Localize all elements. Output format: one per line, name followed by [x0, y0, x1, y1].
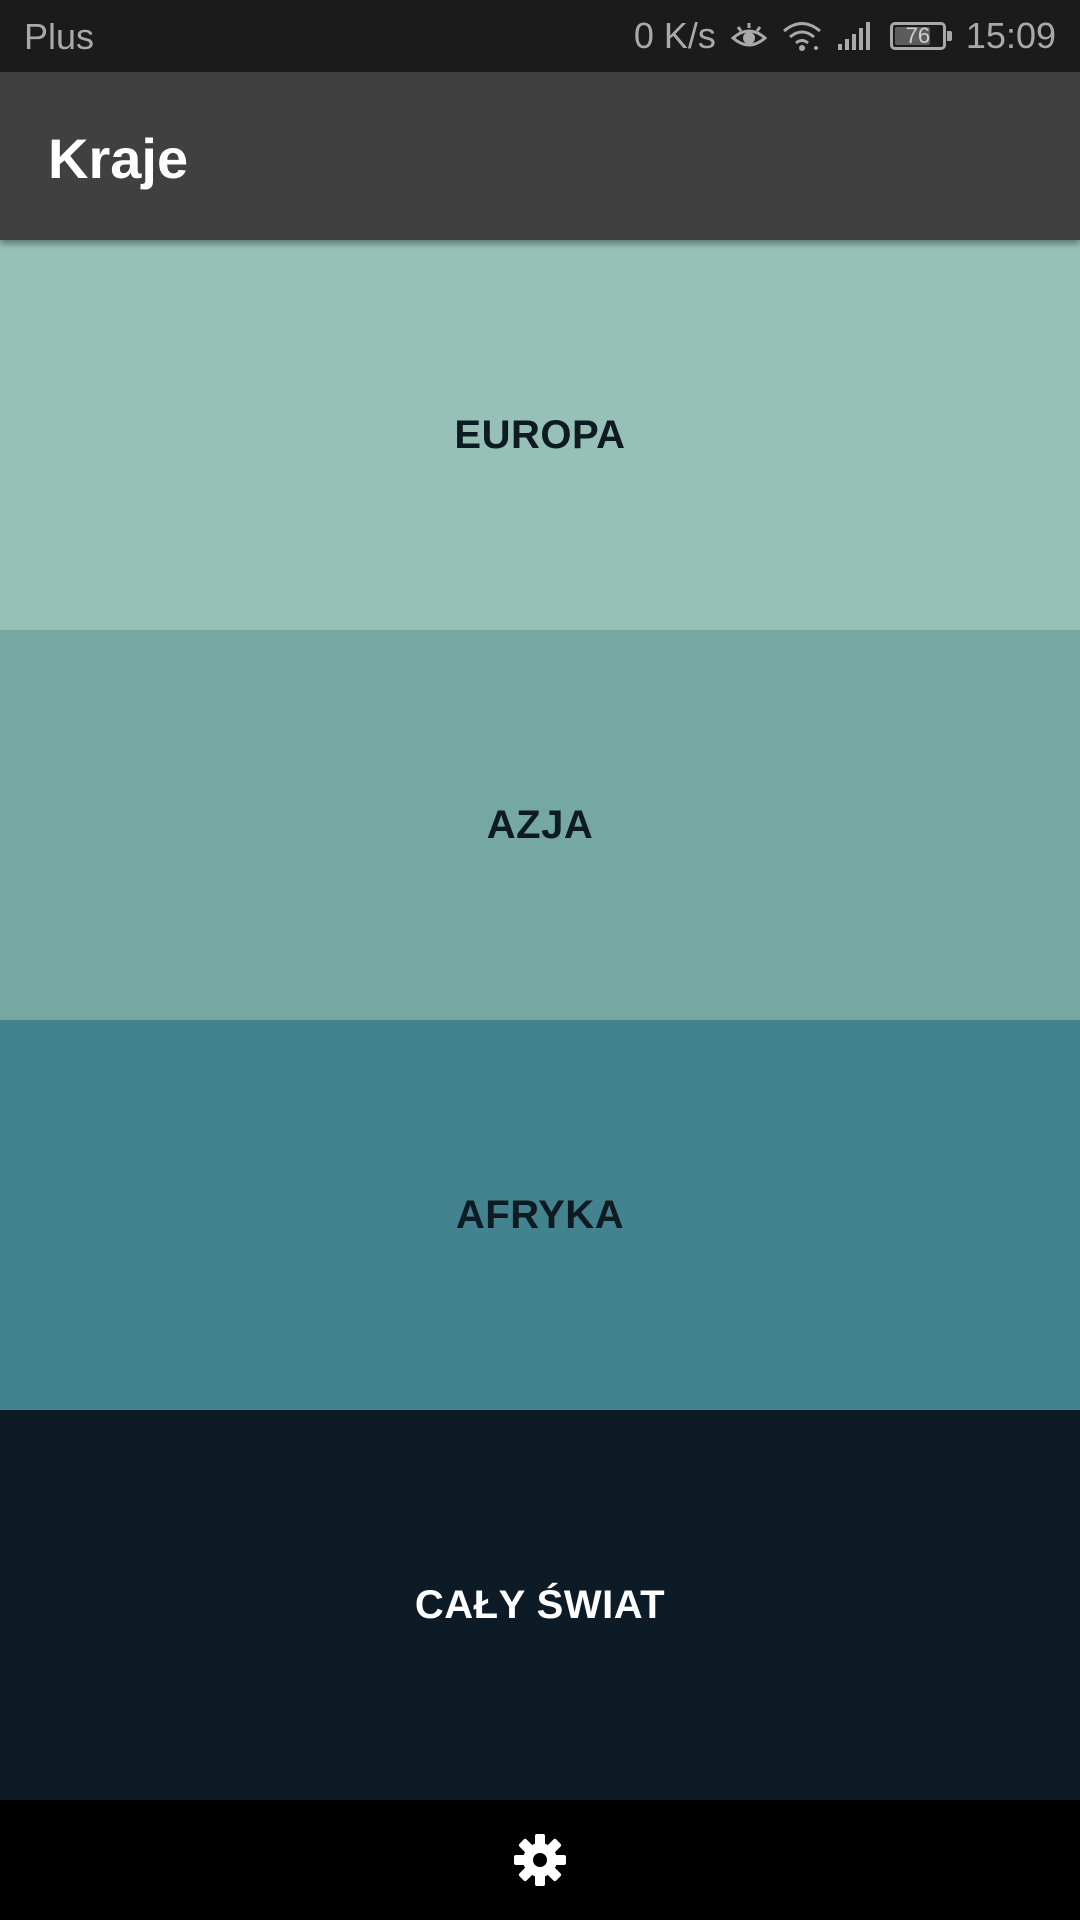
wifi-icon [782, 20, 822, 52]
region-label: EUROPA [454, 412, 626, 457]
status-indicators: 0 K/s 76 15:09 [634, 0, 1056, 72]
bottom-bar [0, 1800, 1080, 1920]
settings-button[interactable] [510, 1830, 570, 1890]
region-label: AFRYKA [455, 1192, 625, 1237]
region-button-africa[interactable]: AFRYKA [0, 1020, 1080, 1410]
region-label: AZJA [486, 802, 594, 847]
region-button-whole-world[interactable]: CAŁY ŚWIAT [0, 1410, 1080, 1800]
region-button-europe[interactable]: EUROPA [0, 240, 1080, 630]
page-title: Kraje [48, 127, 189, 190]
app-bar: Kraje [0, 72, 1080, 240]
status-bar: Plus 0 K/s 76 15:09 [0, 0, 1080, 72]
gear-icon [510, 1834, 570, 1894]
cell-signal-icon [836, 20, 876, 52]
carrier-name: Plus [24, 16, 95, 57]
screen: Plus 0 K/s 76 15:09 Kraje EUROPA AZJA AF… [0, 0, 1080, 1920]
battery-level: 76 [905, 23, 931, 48]
region-label: CAŁY ŚWIAT [414, 1582, 666, 1627]
region-button-asia[interactable]: AZJA [0, 630, 1080, 1020]
network-speed: 0 K/s [633, 15, 716, 56]
battery-icon: 76 [889, 22, 952, 50]
eye-icon [730, 21, 768, 51]
clock: 15:09 [965, 15, 1056, 56]
